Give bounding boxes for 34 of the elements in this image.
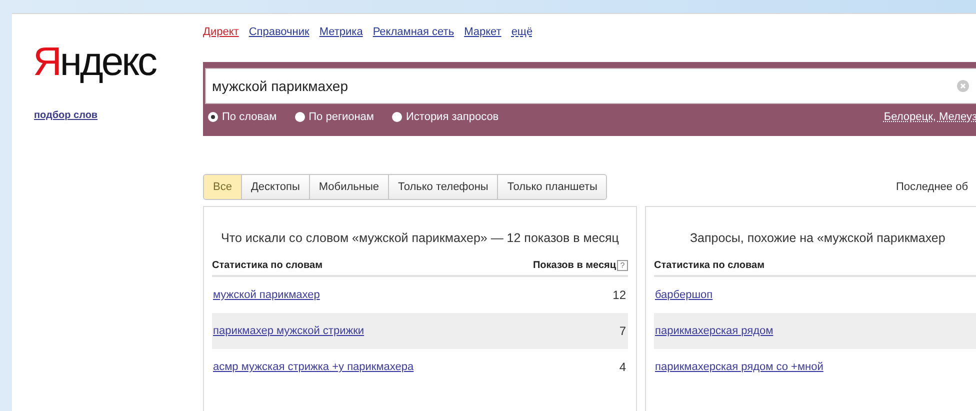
column-header: Статистика по словам	[654, 260, 764, 270]
device-tab[interactable]: Только планшеты	[498, 175, 606, 199]
phrase-link[interactable]: асмр мужская стрижка +у парикмахера	[213, 361, 414, 373]
count-cell: 4	[619, 360, 626, 374]
device-tab[interactable]: Все	[204, 175, 242, 199]
search-field[interactable]: мужской парикмахер	[205, 68, 976, 104]
mode-radio[interactable]: История запросов	[392, 111, 499, 123]
help-icon[interactable]: ?	[617, 260, 628, 270]
phrase-link[interactable]: парикмахерская рядом	[655, 325, 774, 337]
phrase-link[interactable]: мужской парикмахер	[213, 289, 320, 301]
nav-link[interactable]: Рекламная сеть	[372, 26, 454, 38]
count-cell: 12	[612, 288, 626, 302]
count-cell: 7	[619, 324, 626, 338]
mode-radio[interactable]: По словам	[208, 111, 277, 123]
service-link[interactable]: подбор слов	[34, 110, 98, 121]
device-tab[interactable]: Мобильные	[310, 175, 389, 199]
logo: Яндекс	[33, 40, 156, 84]
nav-link[interactable]: Метрика	[319, 26, 363, 38]
phrase-link[interactable]: парикмахер мужской стрижки	[213, 325, 364, 337]
phrase-link[interactable]: барбершоп	[655, 289, 713, 301]
column-header: Статистика по словам	[212, 260, 322, 270]
nav-link[interactable]: Маркет	[464, 26, 502, 38]
nav-link[interactable]: Директ	[203, 26, 239, 38]
last-update-text: Последнее об	[896, 181, 968, 193]
panel-title: Запросы, похожие на «мужской парикмахер	[690, 231, 946, 245]
panel-title: Что искали со словом «мужской парикмахер» — 12 показов в месяц	[221, 231, 619, 245]
phrase-link[interactable]: парикмахерская рядом со +мной	[655, 361, 824, 373]
column-header: Показов в месяц	[532, 260, 616, 270]
device-tab[interactable]: Десктопы	[242, 175, 310, 199]
device-tab[interactable]: Только телефоны	[388, 175, 498, 199]
mode-radio[interactable]: По регионам	[294, 111, 374, 123]
clear-icon[interactable]	[957, 80, 969, 92]
more-link[interactable]: ещё	[511, 26, 533, 38]
nav-link[interactable]: Справочник	[248, 26, 310, 38]
